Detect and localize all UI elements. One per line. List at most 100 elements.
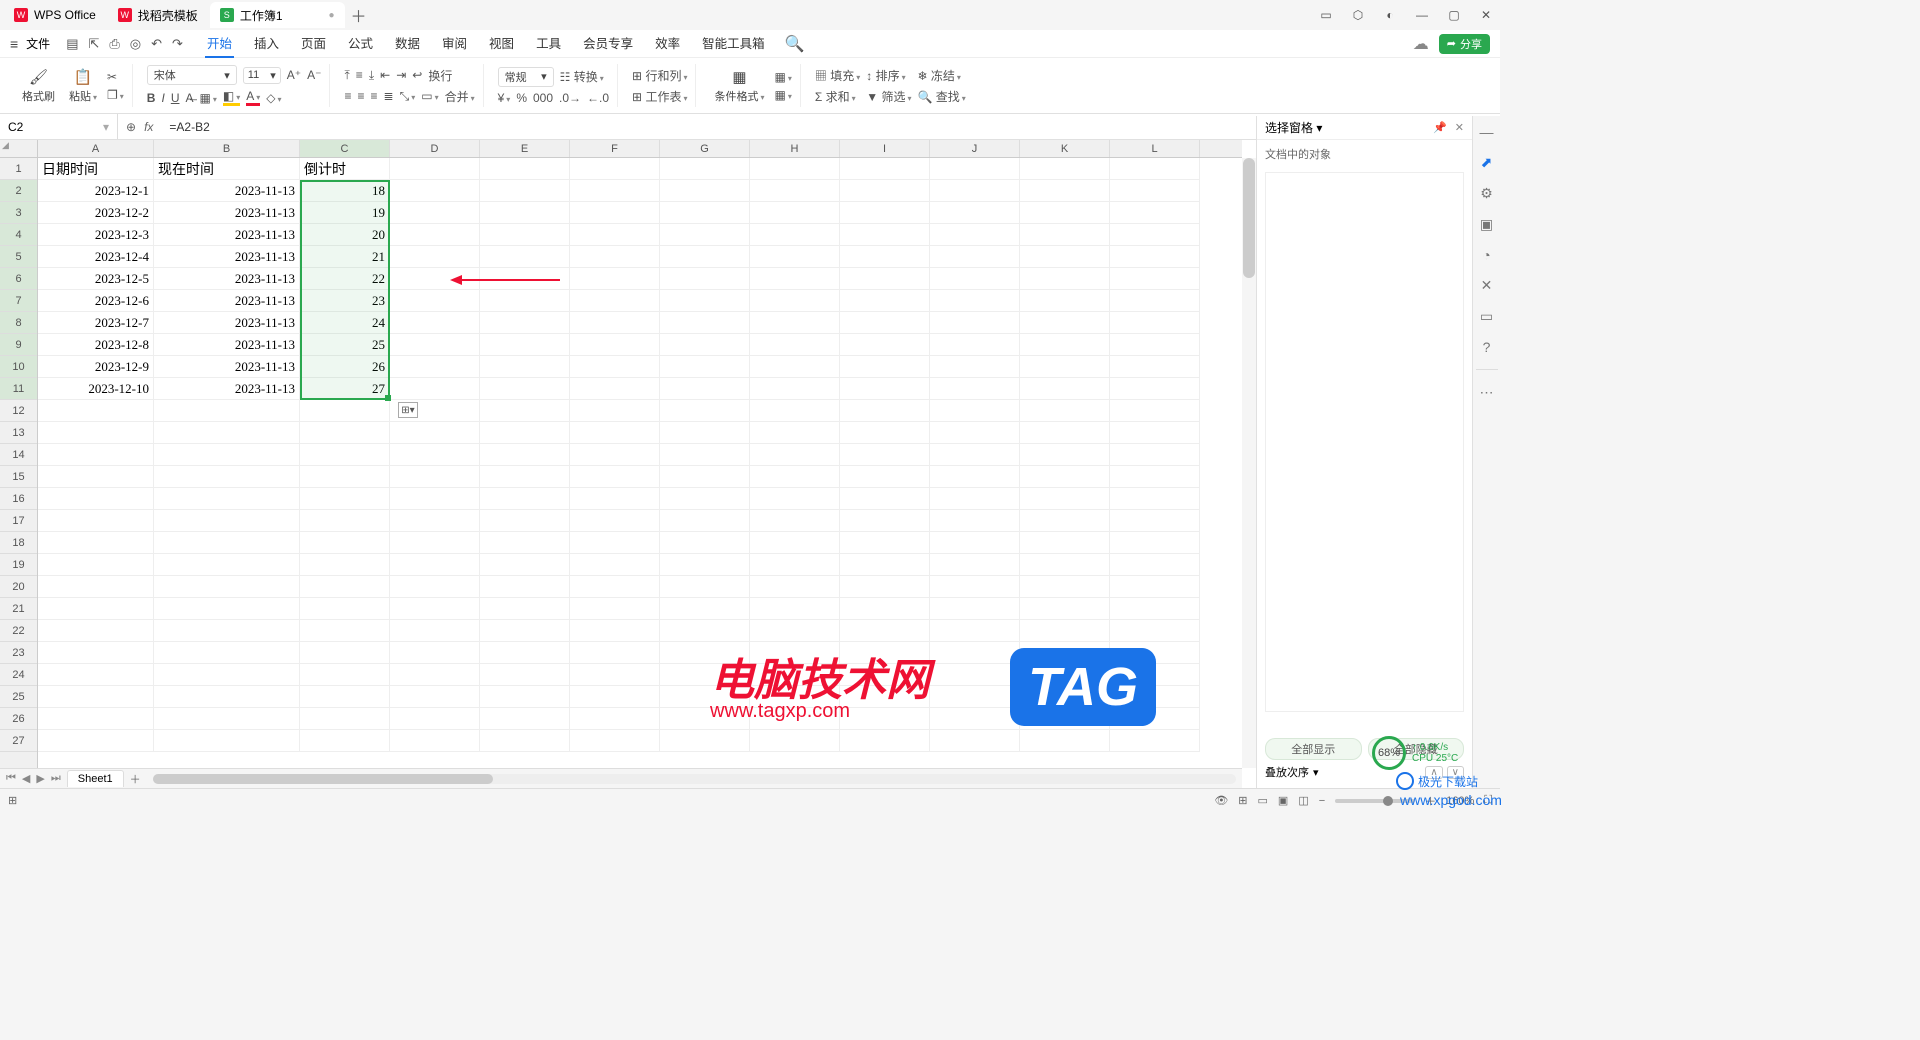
cell[interactable] [390, 224, 480, 246]
cell[interactable] [154, 554, 300, 576]
row-header[interactable]: 24 [0, 664, 37, 686]
cell[interactable]: 2023-11-13 [154, 334, 300, 356]
cell[interactable] [1110, 730, 1200, 752]
cell[interactable]: 2023-11-13 [154, 224, 300, 246]
cell[interactable] [480, 554, 570, 576]
cell[interactable] [660, 224, 750, 246]
file-menu[interactable]: 文件 [26, 35, 50, 52]
cloud-icon[interactable]: ☁ [1413, 34, 1429, 54]
font-name-select[interactable]: 宋体▾ [147, 65, 237, 85]
cell[interactable] [930, 334, 1020, 356]
cell[interactable] [1110, 224, 1200, 246]
cell[interactable] [570, 466, 660, 488]
copy-icon[interactable]: ❐ [107, 88, 124, 102]
select-all-corner[interactable]: ◢ [0, 140, 38, 158]
cell[interactable] [840, 708, 930, 730]
cell[interactable] [930, 620, 1020, 642]
cell[interactable] [480, 532, 570, 554]
row-header[interactable]: 23 [0, 642, 37, 664]
cell[interactable] [480, 224, 570, 246]
paste-button[interactable]: 📋粘贴 [65, 66, 101, 106]
cell[interactable] [154, 620, 300, 642]
cell[interactable] [570, 642, 660, 664]
cell[interactable] [1020, 158, 1110, 180]
cell[interactable] [390, 554, 480, 576]
cell[interactable] [570, 400, 660, 422]
cell[interactable] [390, 378, 480, 400]
row-header[interactable]: 6 [0, 268, 37, 290]
cell[interactable] [930, 158, 1020, 180]
cell[interactable] [480, 312, 570, 334]
cell[interactable] [480, 686, 570, 708]
cell[interactable] [390, 180, 480, 202]
cell[interactable] [660, 400, 750, 422]
column-header[interactable]: D [390, 140, 480, 157]
cell[interactable] [930, 202, 1020, 224]
row-header[interactable]: 3 [0, 202, 37, 224]
cell[interactable] [930, 554, 1020, 576]
cell[interactable] [1020, 488, 1110, 510]
cell[interactable] [840, 400, 930, 422]
cell[interactable] [300, 554, 390, 576]
column-header[interactable]: F [570, 140, 660, 157]
fill-color-icon[interactable]: ◧ [223, 89, 240, 106]
cell[interactable] [1020, 554, 1110, 576]
view-page-icon[interactable]: ▭ [1258, 794, 1268, 807]
row-header[interactable]: 25 [0, 686, 37, 708]
autofill-options-icon[interactable]: ⊞▾ [398, 402, 418, 418]
cell[interactable] [390, 356, 480, 378]
cell[interactable] [660, 356, 750, 378]
cell[interactable]: 2023-11-13 [154, 180, 300, 202]
underline-icon[interactable]: U [171, 91, 180, 105]
cell[interactable] [1020, 268, 1110, 290]
cell[interactable] [840, 312, 930, 334]
cell[interactable]: 2023-12-10 [38, 378, 154, 400]
cell[interactable] [1110, 576, 1200, 598]
horizontal-scrollbar[interactable] [153, 774, 1236, 784]
cell[interactable] [930, 224, 1020, 246]
cell[interactable] [390, 708, 480, 730]
cell[interactable] [38, 466, 154, 488]
cell[interactable] [38, 576, 154, 598]
ribbon-tab[interactable]: 数据 [393, 29, 422, 58]
cell[interactable] [570, 708, 660, 730]
cell[interactable] [390, 290, 480, 312]
status-icon[interactable]: ⊞ [8, 794, 17, 807]
cell[interactable] [1110, 268, 1200, 290]
cell[interactable] [390, 532, 480, 554]
redo-icon[interactable]: ↷ [172, 36, 183, 52]
cell[interactable] [390, 466, 480, 488]
cell[interactable] [1020, 202, 1110, 224]
ribbon-tab[interactable]: 会员专享 [581, 29, 635, 58]
font-size-select[interactable]: 11▾ [243, 67, 281, 84]
cell[interactable] [930, 246, 1020, 268]
inc-decimal-icon[interactable]: .0→ [559, 91, 581, 105]
sheet-prev-icon[interactable]: ◀ [22, 772, 30, 785]
cell[interactable]: 2023-12-8 [38, 334, 154, 356]
row-header[interactable]: 8 [0, 312, 37, 334]
cell[interactable] [1020, 576, 1110, 598]
comma-icon[interactable]: 000 [533, 91, 553, 105]
cell[interactable] [480, 620, 570, 642]
fill-button[interactable]: ▦ 填充 [815, 67, 860, 84]
cell[interactable] [300, 466, 390, 488]
cell[interactable] [1110, 598, 1200, 620]
panel-close-icon[interactable]: ✕ [1455, 121, 1464, 134]
cell[interactable] [480, 488, 570, 510]
currency-icon[interactable]: ¥ [498, 91, 511, 105]
cell[interactable] [930, 422, 1020, 444]
cell[interactable] [930, 576, 1020, 598]
border-icon[interactable]: ▦ [200, 91, 217, 105]
cell[interactable] [1110, 246, 1200, 268]
row-header[interactable]: 9 [0, 334, 37, 356]
cell[interactable] [38, 488, 154, 510]
cell[interactable]: 23 [300, 290, 390, 312]
row-header[interactable]: 26 [0, 708, 37, 730]
cell[interactable] [480, 664, 570, 686]
tools-icon[interactable]: ✕ [1481, 277, 1493, 294]
cell[interactable]: 24 [300, 312, 390, 334]
preview-icon[interactable]: ◎ [130, 36, 141, 52]
cell[interactable] [660, 466, 750, 488]
cell[interactable] [300, 488, 390, 510]
row-header[interactable]: 1 [0, 158, 37, 180]
